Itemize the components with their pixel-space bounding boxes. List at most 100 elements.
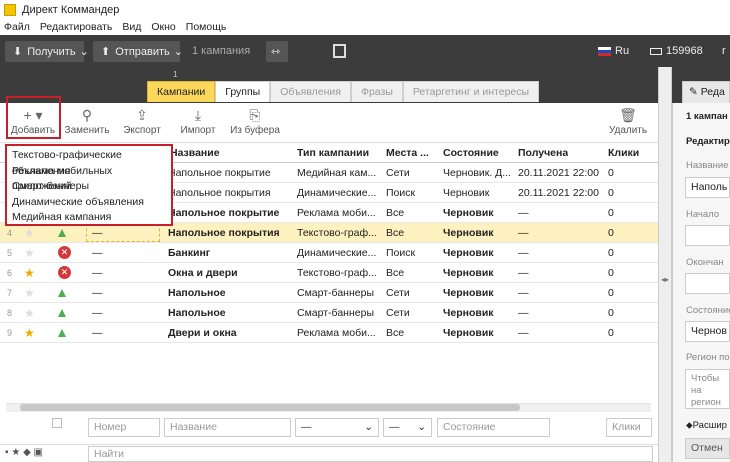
row-number: 7 bbox=[7, 287, 13, 298]
campaign-received: — bbox=[518, 246, 529, 259]
places-filter-value: — bbox=[389, 421, 400, 433]
campaign-number: — bbox=[92, 246, 103, 259]
cancel-button[interactable]: Отмен bbox=[685, 438, 730, 459]
add-button-highlight bbox=[6, 96, 61, 139]
tab-retargeting[interactable]: Ретаргетинг и интересы bbox=[402, 81, 540, 102]
paste-button[interactable]: ⎘ Из буфера bbox=[228, 107, 282, 136]
row-number: 9 bbox=[7, 327, 13, 338]
campaign-clicks: 0 bbox=[608, 306, 614, 319]
stopped-icon: ✕ bbox=[58, 246, 71, 259]
menu-item-smart-banners[interactable]: Смарт-баннеры bbox=[7, 179, 171, 195]
row-number: 6 bbox=[7, 267, 13, 278]
star-icon[interactable]: ★ bbox=[24, 286, 35, 300]
edit-tab[interactable]: ✎ Реда bbox=[682, 81, 730, 103]
campaign-type: Реклама моби... bbox=[297, 206, 376, 219]
replace-label: Заменить bbox=[64, 125, 110, 136]
campaign-received: 20.11.2021 22:00 bbox=[518, 186, 599, 199]
star-icon[interactable]: ★ bbox=[24, 246, 35, 260]
name-field[interactable]: Наполь bbox=[685, 177, 730, 198]
table-row[interactable]: 6 ★ ✕ — Окна и двери Текстово-граф... Все Черно… bbox=[0, 263, 658, 283]
row-number: 8 bbox=[7, 307, 13, 318]
replace-button[interactable]: ⚲ Заменить bbox=[64, 107, 110, 136]
col-type[interactable]: Тип кампании bbox=[297, 147, 369, 159]
send-label: Отправить bbox=[115, 45, 170, 58]
top-toolbar: ⬇ Получить ⌄ ⬆ Отправить ⌄ 1 кампания ⇿ … bbox=[0, 35, 730, 67]
state-filter[interactable]: Состояние bbox=[437, 418, 550, 437]
menu-edit[interactable]: Редактировать bbox=[40, 21, 113, 33]
resize-arrows-icon: ◂▸ bbox=[661, 275, 670, 284]
start-date-field[interactable] bbox=[685, 225, 730, 246]
tab-ads[interactable]: Объявления bbox=[270, 81, 351, 102]
col-state[interactable]: Состояние bbox=[443, 147, 499, 159]
menu-item-mobile-apps[interactable]: Реклама мобильных приложений bbox=[7, 164, 171, 193]
star-icon[interactable]: ★ bbox=[24, 306, 35, 320]
select-all-checkbox[interactable] bbox=[52, 418, 62, 428]
scrollbar-thumb[interactable] bbox=[20, 404, 520, 411]
search-input[interactable]: Найти bbox=[88, 446, 653, 462]
star-icon[interactable]: ★ bbox=[24, 326, 35, 340]
region-label: Регион пок bbox=[686, 352, 730, 363]
extensions-toggle[interactable]: ⬥Расшир bbox=[686, 420, 727, 431]
campaign-received: 20.11.2021 22:00 bbox=[518, 166, 599, 179]
menu-file[interactable]: Файл bbox=[4, 21, 30, 33]
star-icon[interactable]: ★ bbox=[24, 266, 35, 280]
tab-groups[interactable]: Группы bbox=[215, 81, 271, 102]
table-row[interactable]: 5 ★ ✕ — Банкинг Динамические... Поиск Черновик —… bbox=[0, 243, 658, 263]
campaign-places: Все bbox=[386, 226, 405, 239]
app-icon bbox=[4, 3, 16, 16]
campaign-received: — bbox=[518, 226, 529, 239]
type-filter[interactable]: — ⌄ bbox=[295, 418, 379, 437]
campaign-places: Сети bbox=[386, 166, 410, 179]
col-places[interactable]: Места ... bbox=[386, 147, 429, 159]
campaign-state: Черновик bbox=[443, 246, 494, 259]
state-field[interactable]: Чернов bbox=[685, 321, 730, 342]
film-icon[interactable] bbox=[333, 44, 346, 58]
selected-count: 1 кампан bbox=[686, 111, 728, 122]
active-flag-icon bbox=[58, 289, 66, 297]
get-button[interactable]: ⬇ Получить ⌄ bbox=[5, 41, 89, 62]
col-received[interactable]: Получена bbox=[518, 147, 568, 159]
menu-item-media-campaign[interactable]: Медийная кампания bbox=[7, 210, 171, 226]
import-button[interactable]: ⤓ Импорт bbox=[175, 107, 221, 136]
tab-phrases[interactable]: Фразы bbox=[350, 81, 403, 102]
number-filter[interactable]: Номер bbox=[88, 418, 160, 437]
row-number: 5 bbox=[7, 247, 13, 258]
tab-campaigns[interactable]: Кампании bbox=[147, 81, 216, 102]
campaign-state: Черновик bbox=[443, 266, 494, 279]
campaign-clicks: 0 bbox=[608, 166, 614, 179]
language-selector[interactable]: Ru bbox=[598, 45, 629, 57]
menu-window[interactable]: Окно bbox=[151, 21, 175, 33]
table-row[interactable]: 9 ★ — Двери и окна Реклама моби... Все Чернови… bbox=[0, 323, 658, 343]
name-filter[interactable]: Название bbox=[164, 418, 291, 437]
send-button[interactable]: ⬆ Отправить ⌄ bbox=[93, 41, 183, 62]
campaign-state: Черновик bbox=[443, 326, 494, 339]
delete-button[interactable]: 🗑 Удалить bbox=[606, 107, 650, 136]
menu-help[interactable]: Помощь bbox=[186, 21, 227, 33]
campaign-clicks: 0 bbox=[608, 186, 614, 199]
pencil-icon: ✎ bbox=[689, 86, 701, 98]
table-row[interactable]: 7 ★ — Напольное Смарт-баннеры Сети Черновик — 0 bbox=[0, 283, 658, 303]
col-name[interactable]: Название bbox=[170, 147, 220, 159]
flag-icon bbox=[598, 46, 611, 56]
col-clicks[interactable]: Клики bbox=[608, 147, 639, 159]
campaign-name: Напольное покрытие bbox=[168, 206, 280, 219]
menu-item-dynamic-ads[interactable]: Динамические объявления bbox=[7, 195, 171, 211]
clicks-filter[interactable]: Клики bbox=[606, 418, 652, 437]
filter-row: Номер Название — ⌄ — ⌄ Состояние Клики bbox=[0, 415, 658, 440]
export-button[interactable]: ⇪ Экспорт bbox=[119, 107, 165, 136]
campaign-clicks: 0 bbox=[608, 266, 614, 279]
end-date-field[interactable] bbox=[685, 273, 730, 294]
table-row[interactable]: 8 ★ — Напольное Смарт-баннеры Сети Черновик — 0 bbox=[0, 303, 658, 323]
user-label[interactable]: r bbox=[722, 45, 726, 57]
star-icon[interactable]: ★ bbox=[24, 226, 35, 240]
filter-icons[interactable]: ▪ ★ ◆ ▣ bbox=[5, 447, 43, 458]
menu-item-text-graphic[interactable]: Текстово-графические объявления bbox=[7, 148, 171, 177]
campaign-type: Текстово-граф... bbox=[297, 266, 377, 279]
edit-tab-label: Реда bbox=[700, 86, 725, 98]
tab-badge: 1 bbox=[173, 70, 178, 79]
panel-splitter[interactable]: ◂▸ bbox=[658, 67, 672, 462]
menu-view[interactable]: Вид bbox=[122, 21, 141, 33]
collapse-button[interactable]: ⇿ bbox=[266, 41, 288, 62]
places-filter[interactable]: — ⌄ bbox=[383, 418, 432, 437]
campaign-type: Динамические... bbox=[297, 186, 377, 199]
